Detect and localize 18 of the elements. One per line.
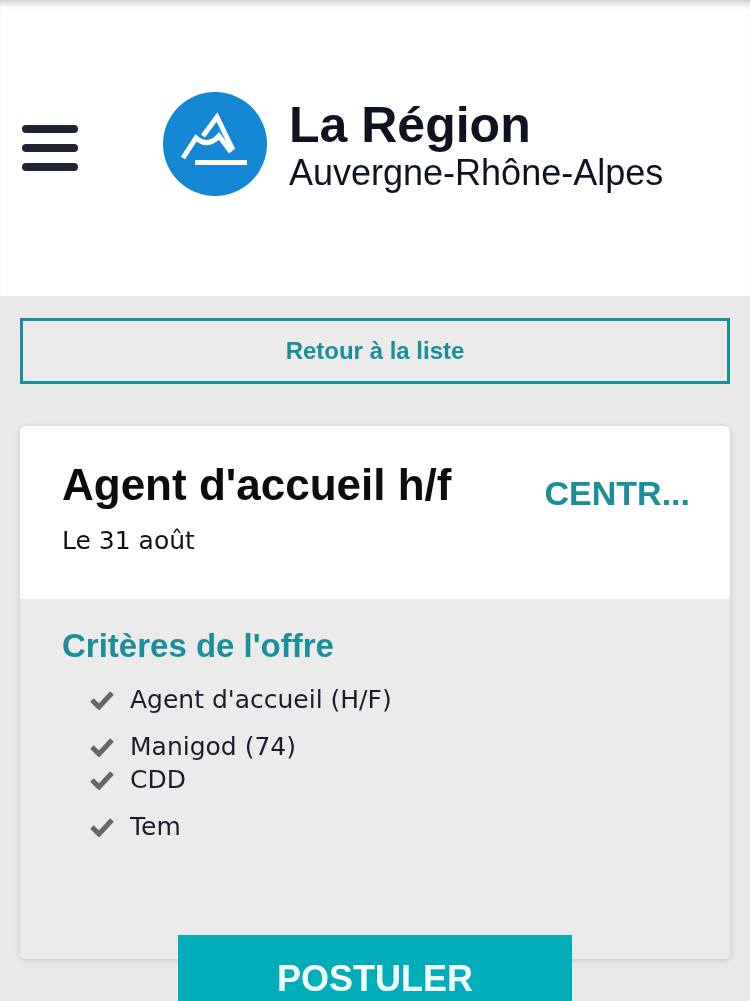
job-title: Agent d'accueil h/f bbox=[62, 462, 453, 509]
criteria-item: CDD bbox=[130, 765, 186, 795]
check-icon bbox=[90, 816, 114, 837]
logo-subtitle: Auvergne-Rhône-Alpes bbox=[289, 152, 664, 193]
logo-title: La Région bbox=[289, 97, 532, 153]
criteria-item: Manigod (74) bbox=[130, 732, 296, 762]
check-icon bbox=[90, 736, 114, 757]
mountain-logo-icon bbox=[163, 92, 267, 196]
check-icon bbox=[90, 769, 114, 790]
back-to-list-button[interactable]: Retour à la liste bbox=[20, 318, 730, 384]
check-icon bbox=[90, 689, 114, 710]
offer-date: Le 31 août bbox=[62, 526, 196, 556]
apply-button[interactable]: POSTULER bbox=[178, 935, 572, 1001]
menu-icon[interactable] bbox=[22, 125, 78, 171]
employer-name: CENTR... bbox=[544, 474, 690, 514]
criteria-heading: Critères de l'offre bbox=[62, 627, 335, 666]
criteria-item: Agent d'accueil (H/F) bbox=[130, 685, 392, 715]
criteria-item: Tem bbox=[130, 812, 181, 842]
